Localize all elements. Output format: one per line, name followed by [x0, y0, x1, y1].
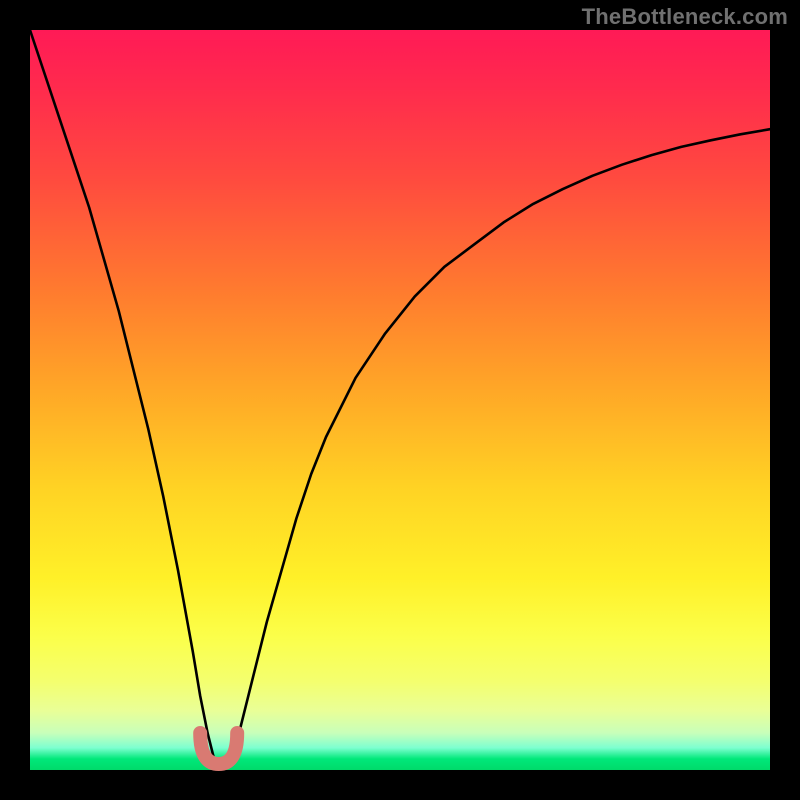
minimum-marker — [200, 733, 237, 764]
chart-frame: TheBottleneck.com — [0, 0, 800, 800]
bottleneck-curve — [30, 30, 770, 770]
plot-area — [30, 30, 770, 770]
curve-layer — [30, 30, 770, 770]
watermark-text: TheBottleneck.com — [582, 4, 788, 30]
